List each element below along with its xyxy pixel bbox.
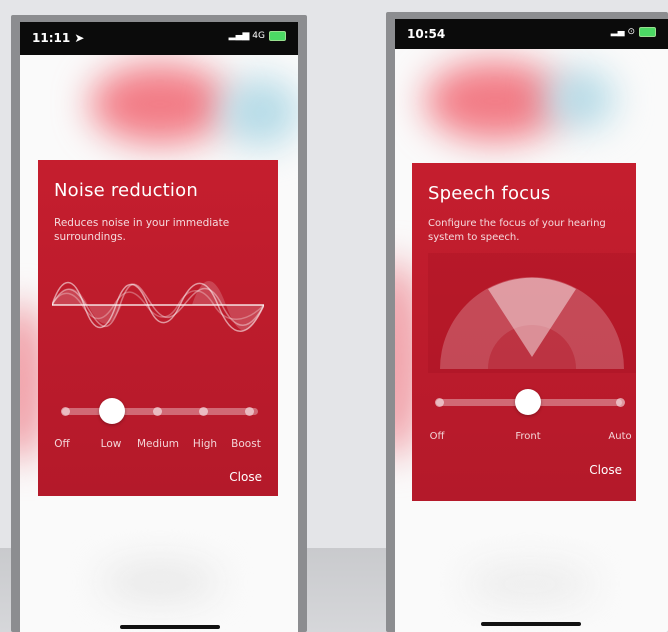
slider-stop-auto[interactable] [616, 398, 625, 407]
panel-title: Noise reduction [54, 180, 198, 201]
speech-focus-graphic [428, 253, 636, 373]
status-time: 11:11 ➤ [32, 31, 85, 45]
blurred-gray-bottom [465, 564, 595, 604]
close-button[interactable]: Close [229, 470, 262, 484]
stop-label-low: Low [100, 438, 122, 450]
phone-right-screen: 10:54 ▂▄ ⊙ Speech focus Configure the fo… [395, 19, 668, 632]
speech-focus-panel: Speech focus Configure the focus of your… [412, 163, 636, 501]
stop-label-boost: Boost [231, 438, 261, 450]
slider-thumb[interactable] [99, 398, 125, 424]
stop-label-off: Off [429, 431, 445, 442]
blurred-blue-shape [220, 77, 298, 147]
stop-label-front: Front [515, 431, 541, 442]
slider-stop-medium[interactable] [153, 407, 162, 416]
battery-icon [269, 31, 286, 41]
home-indicator[interactable] [481, 622, 581, 626]
stop-label-off: Off [54, 438, 70, 450]
cellular-signal-icon: ▂▄ ⊙ [610, 27, 635, 37]
slider-stop-high[interactable] [199, 407, 208, 416]
slider-stop-boost[interactable] [245, 407, 254, 416]
home-indicator[interactable] [120, 625, 220, 629]
panel-description: Reduces noise in your immediate surround… [54, 217, 230, 243]
noise-waveform-graphic [52, 280, 264, 332]
slider-thumb[interactable] [515, 389, 541, 415]
close-button[interactable]: Close [589, 463, 622, 477]
phone-left-screen: 11:11 ➤ ▂▄▆ 4G Noise reduction Reduces n… [20, 22, 298, 632]
phone-right: 10:54 ▂▄ ⊙ Speech focus Configure the fo… [386, 12, 668, 632]
stop-label-auto: Auto [608, 431, 632, 442]
status-bar: 11:11 ➤ ▂▄▆ 4G [20, 22, 298, 55]
status-icons: ▂▄ ⊙ [611, 27, 656, 37]
status-icons: ▂▄▆ 4G [229, 31, 286, 41]
phone-left: 11:11 ➤ ▂▄▆ 4G Noise reduction Reduces n… [11, 15, 307, 632]
slider-stop-off[interactable] [61, 407, 70, 416]
panel-title: Speech focus [428, 183, 551, 204]
panel-description: Configure the focus of your hearing syst… [428, 218, 606, 243]
blurred-red-shape [90, 64, 230, 144]
blurred-gray-bottom [100, 562, 220, 602]
blurred-red-shape [425, 61, 565, 141]
cellular-signal-icon: ▂▄▆ 4G [228, 31, 265, 41]
blurred-blue-shape [545, 69, 615, 129]
status-time: 10:54 [407, 27, 446, 41]
stop-label-high: High [192, 438, 218, 450]
slider-stop-off[interactable] [435, 398, 444, 407]
noise-reduction-panel: Noise reduction Reduces noise in your im… [38, 160, 278, 496]
status-bar: 10:54 ▂▄ ⊙ [395, 19, 668, 49]
stop-label-medium: Medium [137, 438, 179, 450]
battery-icon [639, 27, 656, 37]
